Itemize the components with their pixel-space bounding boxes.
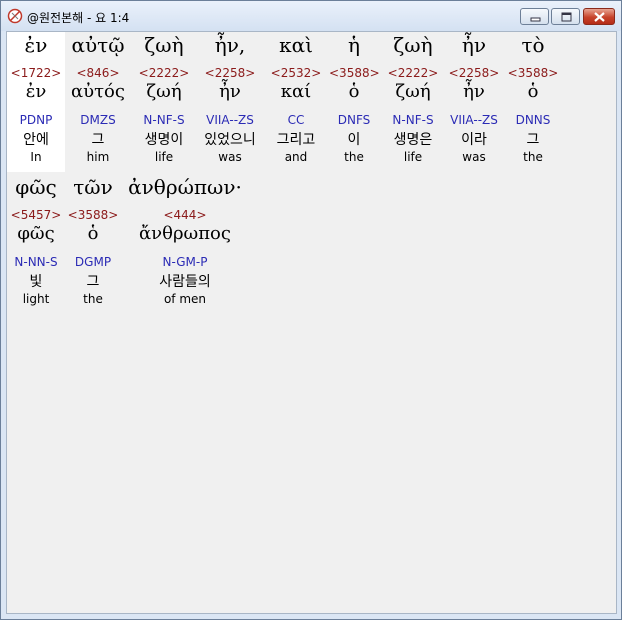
parsing-code[interactable]: PDNP [7,113,65,127]
parsing-code[interactable]: DNNS [501,113,565,127]
greek-word: αὐτῷ [71,33,125,57]
strong-number[interactable]: <2258> [197,66,263,80]
strong-number[interactable]: <1722> [7,66,65,80]
english-gloss: life [154,150,174,164]
greek-word: ἦν [461,33,487,57]
word-column[interactable]: ἦν, <2258> ἦν VIIA--ZS 있었으니 was [197,33,263,173]
strong-number[interactable]: <846> [65,66,131,80]
parsing-code[interactable]: VIIA--ZS [197,113,263,127]
window-title: @원전본해 - 요 1:4 [27,11,130,25]
word-column[interactable]: τὸ <3588> ὁ DNNS 그 the [501,33,565,173]
strong-number[interactable]: <2532> [263,66,329,80]
strong-number[interactable]: <2222> [379,66,447,80]
korean-gloss: 그리고 [276,132,316,148]
minimize-icon [530,17,541,22]
parsing-code[interactable]: N-GM-P [125,255,245,269]
greek-word: καὶ [279,33,313,57]
korean-gloss: 빛 [29,274,43,290]
lemma: ἦν [219,81,241,102]
korean-gloss: 안에 [23,132,49,148]
title-bar[interactable]: @원전본해 - 요 1:4 [1,1,621,31]
lemma: ζωή [395,81,431,102]
lemma: ὁ [87,223,99,244]
minimize-button[interactable] [520,8,549,25]
lemma: ἐν [25,81,47,102]
english-gloss: light [22,292,50,306]
greek-word: τῶν [73,175,113,199]
app-icon [7,8,23,24]
english-gloss: was [218,150,242,164]
lemma: ἦν [463,81,485,102]
greek-word: ζωὴ [144,33,184,57]
english-gloss: the [344,150,364,164]
word-column[interactable]: ζωὴ <2222> ζωή N-NF-S 생명은 life [379,33,447,173]
lemma: ὁ [348,81,360,102]
strong-number[interactable]: <3588> [501,66,565,80]
word-column[interactable]: ἡ <3588> ὁ DNFS 이 the [329,33,380,173]
close-button[interactable] [583,8,615,25]
korean-gloss: 그 [86,274,100,290]
word-column[interactable]: καὶ <2532> καί CC 그리고 and [263,33,329,173]
word-column[interactable]: ζωὴ <2222> ζωή N-NF-S 생명이 life [131,33,197,173]
strong-number[interactable]: <2222> [131,66,197,80]
word-column[interactable]: τῶν <3588> ὁ DGMP 그 the [65,175,121,315]
strong-number[interactable]: <5457> [7,208,65,222]
english-gloss: the [83,292,103,306]
greek-word: ἀνθρώπων· [128,175,242,199]
strong-number[interactable]: <3588> [65,208,121,222]
lemma: ζωή [146,81,182,102]
greek-word: ζωὴ [393,33,433,57]
greek-word: ἡ [348,33,360,57]
lemma: ἄνθρωπος [139,223,231,244]
word-column[interactable]: φῶς <5457> φῶς N-NN-S 빛 light [7,175,65,315]
strong-number[interactable]: <444> [125,208,245,222]
english-gloss: and [284,150,308,164]
lemma: αὐτός [71,81,125,102]
parsing-code[interactable]: DMZS [65,113,131,127]
korean-gloss: 생명이 [144,132,184,148]
english-gloss: In [30,150,42,164]
korean-gloss: 있었으니 [204,132,256,148]
maximize-icon [561,12,572,22]
korean-gloss: 사람들의 [159,274,211,290]
english-gloss: him [86,150,110,164]
parsing-code[interactable]: N-NN-S [7,255,65,269]
app-window: @원전본해 - 요 1:4 ἐν <1722> ἐν PDNP 안에 In αὐ… [0,0,622,620]
lemma: φῶς [17,223,55,244]
close-icon [594,12,605,22]
word-column[interactable]: αὐτῷ <846> αὐτός DMZS 그 him [65,33,131,173]
maximize-button[interactable] [551,8,580,25]
korean-gloss: 그 [91,132,105,148]
korean-gloss: 생명은 [393,132,433,148]
english-gloss: of men [163,292,207,306]
english-gloss: the [523,150,543,164]
greek-word: τὸ [521,33,545,57]
lemma: ὁ [527,81,539,102]
parsing-code[interactable]: VIIA--ZS [447,113,501,127]
parsing-code[interactable]: DNFS [329,113,379,127]
english-gloss: life [403,150,423,164]
greek-word: φῶς [15,175,57,199]
word-column[interactable]: ἐν <1722> ἐν PDNP 안에 In [7,33,65,173]
parsing-code[interactable]: N-NF-S [379,113,447,127]
korean-gloss: 이라 [461,132,487,148]
greek-word: ἐν [24,33,48,57]
strong-number[interactable]: <2258> [447,66,501,80]
word-column[interactable]: ἀνθρώπων· <444> ἄνθρωπος N-GM-P 사람들의 of … [125,175,245,315]
strong-number[interactable]: <3588> [329,66,380,80]
english-gloss: was [462,150,486,164]
parsing-code[interactable]: DGMP [65,255,121,269]
parsing-code[interactable]: CC [263,113,329,127]
parsing-code[interactable]: N-NF-S [131,113,197,127]
lemma: καί [280,81,312,102]
word-column[interactable]: ἦν <2258> ἦν VIIA--ZS 이라 was [447,33,501,173]
greek-word: ἦν, [214,33,246,57]
korean-gloss: 이 [347,132,361,148]
korean-gloss: 그 [526,132,540,148]
